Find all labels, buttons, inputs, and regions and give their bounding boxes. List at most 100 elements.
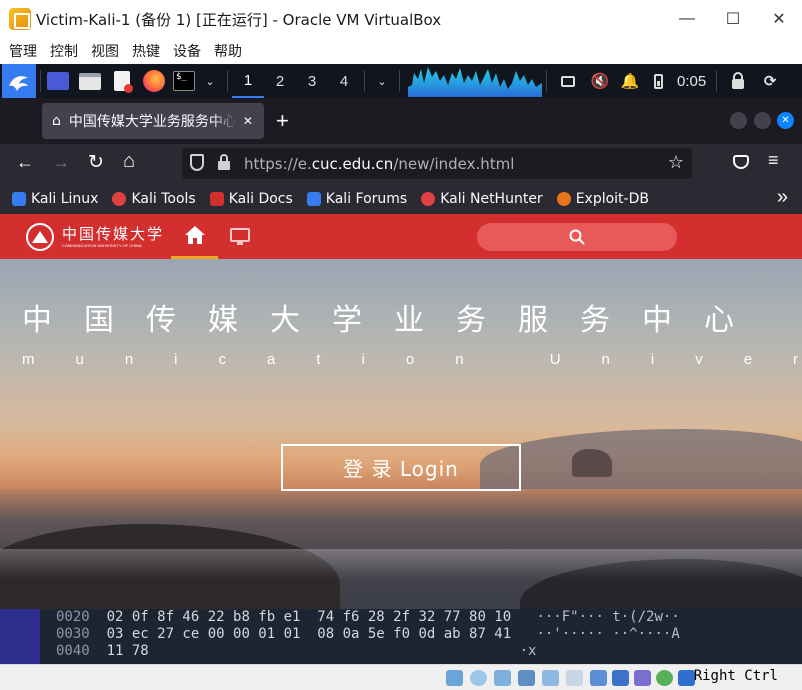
site-search-bar[interactable]: [477, 223, 677, 251]
url-path: /new/index.html: [393, 154, 515, 173]
menu-control[interactable]: 控制: [50, 41, 78, 61]
nav-home-tab[interactable]: [171, 214, 218, 259]
bookmark-kali-forums[interactable]: Kali Forums: [306, 191, 407, 207]
terminal-icon[interactable]: $_: [171, 68, 197, 94]
menu-devices[interactable]: 设备: [173, 41, 201, 61]
hex-bytes: 11 78: [106, 643, 149, 659]
window-minimize-dot[interactable]: [730, 112, 747, 129]
bookmark-kali-docs[interactable]: Kali Docs: [209, 191, 293, 207]
exploit-db-icon: [556, 192, 571, 206]
kali-dragon-icon: [9, 76, 28, 91]
new-tab-button[interactable]: +: [276, 108, 289, 134]
file-manager-icon[interactable]: [77, 68, 103, 94]
shared-folder-icon[interactable]: [566, 670, 583, 686]
pocket-icon[interactable]: [733, 155, 749, 169]
url-bar[interactable]: https://e.cuc.edu.cn/new/index.html ☆: [182, 148, 692, 179]
chevron-down-icon[interactable]: ⌄: [197, 68, 223, 94]
hex-row: 0030 03 ec 27 ce 00 00 01 01 08 0a 5e f0…: [56, 626, 680, 643]
home-icon[interactable]: ⌂: [123, 150, 135, 173]
menu-view[interactable]: 视图: [91, 41, 119, 61]
site-header: 中国传媒大学 COMMUNICATION UNIVERSITY OF CHINA: [0, 214, 802, 259]
hex-gutter: [0, 609, 40, 664]
shield-icon[interactable]: [190, 154, 204, 171]
menu-help[interactable]: 帮助: [214, 41, 242, 61]
nav-monitor-tab[interactable]: [226, 214, 254, 259]
tab-active[interactable]: ⌂ 中国传媒大学业务服务中心 ✕: [42, 103, 264, 139]
url-text[interactable]: https://e.cuc.edu.cn/new/index.html: [244, 155, 514, 173]
audio-icon[interactable]: [494, 670, 511, 686]
cpu-graph: [408, 67, 542, 97]
hex-ascii: ·x: [519, 643, 537, 659]
hero-banner: 中国传媒大学业务服务中心 munication University Of Ch…: [0, 259, 802, 609]
optical-drive-icon[interactable]: [470, 670, 487, 686]
bookmark-star-icon[interactable]: ☆: [668, 152, 684, 173]
bookmark-kali-tools[interactable]: Kali Tools: [112, 191, 196, 207]
workspace-3[interactable]: 3: [296, 64, 328, 98]
hex-dump-panel: 0020 02 0f 8f 46 22 b8 fb e1 74 f6 28 2f…: [0, 609, 802, 664]
hamburger-menu-icon[interactable]: ≡: [768, 150, 779, 171]
hex-offset: 0040: [56, 643, 90, 659]
window-maximize-dot[interactable]: [754, 112, 771, 129]
search-icon: [569, 229, 585, 245]
browser-tabstrip: ⌂ 中国传媒大学业务服务中心 ✕ + ✕: [0, 98, 802, 144]
maximize-button[interactable]: ☐: [710, 0, 756, 38]
menu-manage[interactable]: 管理: [9, 41, 37, 61]
forward-arrow-icon[interactable]: →: [52, 152, 70, 173]
network-icon[interactable]: [555, 68, 581, 94]
host-key-label: Right Ctrl: [693, 668, 778, 684]
login-button[interactable]: 登 录 Login: [281, 444, 521, 491]
mouse-integration-icon[interactable]: [656, 670, 673, 686]
reload-icon[interactable]: ↻: [88, 151, 104, 174]
lock-icon[interactable]: [725, 68, 751, 94]
lock-icon[interactable]: [218, 161, 230, 170]
cuc-logo[interactable]: 中国传媒大学 COMMUNICATION UNIVERSITY OF CHINA: [26, 221, 166, 253]
virtualbox-icon: [9, 8, 31, 30]
hex-offset: 0020: [56, 609, 90, 625]
recording-icon[interactable]: [612, 670, 629, 686]
menu-hotkey[interactable]: 热键: [132, 41, 160, 61]
network-adapter-icon[interactable]: [518, 670, 535, 686]
battery-icon[interactable]: [645, 68, 671, 94]
workspace-4[interactable]: 4: [328, 64, 360, 98]
hex-row: 0020 02 0f 8f 46 22 b8 fb e1 74 f6 28 2f…: [56, 609, 680, 626]
window-title: Victim-Kali-1 (备份 1) [正在运行] - Oracle VM …: [36, 10, 442, 29]
hero-title: 中国传媒大学业务服务中心: [22, 303, 766, 338]
text-editor-icon[interactable]: [109, 68, 135, 94]
notification-bell-icon[interactable]: 🔔: [617, 68, 643, 94]
workspace-1[interactable]: 1: [232, 64, 264, 98]
display-icon[interactable]: [590, 670, 607, 686]
usb-icon[interactable]: [542, 670, 559, 686]
bookmarks-overflow-button[interactable]: »: [777, 186, 788, 209]
firefox-icon[interactable]: [141, 68, 167, 94]
hero-subtitle: munication University Of Chi: [22, 351, 802, 368]
desktop-icon[interactable]: [45, 68, 71, 94]
kali-tools-icon: [112, 192, 127, 206]
hard-disk-icon[interactable]: [446, 670, 463, 686]
hex-row: 0040 11 78 ·x: [56, 643, 536, 660]
bookmark-label: Kali Tools: [131, 191, 196, 207]
logo-text: 中国传媒大学: [62, 225, 165, 243]
volume-muted-icon[interactable]: 🔇: [587, 68, 613, 94]
chevron-down-icon[interactable]: ⌄: [369, 68, 395, 94]
window-close-dot[interactable]: ✕: [777, 112, 794, 129]
keyboard-capture-icon[interactable]: [678, 670, 695, 686]
clock[interactable]: 0:05: [677, 73, 706, 90]
hero-wave: [0, 549, 802, 579]
workspace-2[interactable]: 2: [264, 64, 296, 98]
kali-panel: $_ ⌄ 1 2 3 4 ⌄ 🔇 🔔 0:05 ⟳: [0, 64, 802, 98]
bookmark-exploit-db[interactable]: Exploit-DB: [556, 191, 649, 207]
close-button[interactable]: ✕: [756, 0, 802, 38]
logout-icon[interactable]: ⟳: [757, 68, 783, 94]
hex-bytes: 02 0f 8f 46 22 b8 fb e1 74 f6 28 2f 32 7…: [106, 609, 512, 625]
tab-close-icon[interactable]: ✕: [243, 114, 253, 128]
hex-bytes: 03 ec 27 ce 00 00 01 01 08 0a 5e f0 0d a…: [106, 626, 512, 642]
bookmark-kali-nethunter[interactable]: Kali NetHunter: [421, 191, 543, 207]
bookmark-kali-linux[interactable]: Kali Linux: [12, 191, 98, 207]
kali-menu-button[interactable]: [2, 64, 36, 98]
minimize-button[interactable]: —: [664, 0, 710, 38]
back-arrow-icon[interactable]: ←: [16, 152, 34, 173]
bookmark-label: Kali Docs: [228, 191, 293, 207]
vm-menubar: 管理 控制 视图 热键 设备 帮助: [0, 38, 802, 64]
kali-icon: [12, 192, 26, 206]
cpu-icon[interactable]: [634, 670, 651, 686]
